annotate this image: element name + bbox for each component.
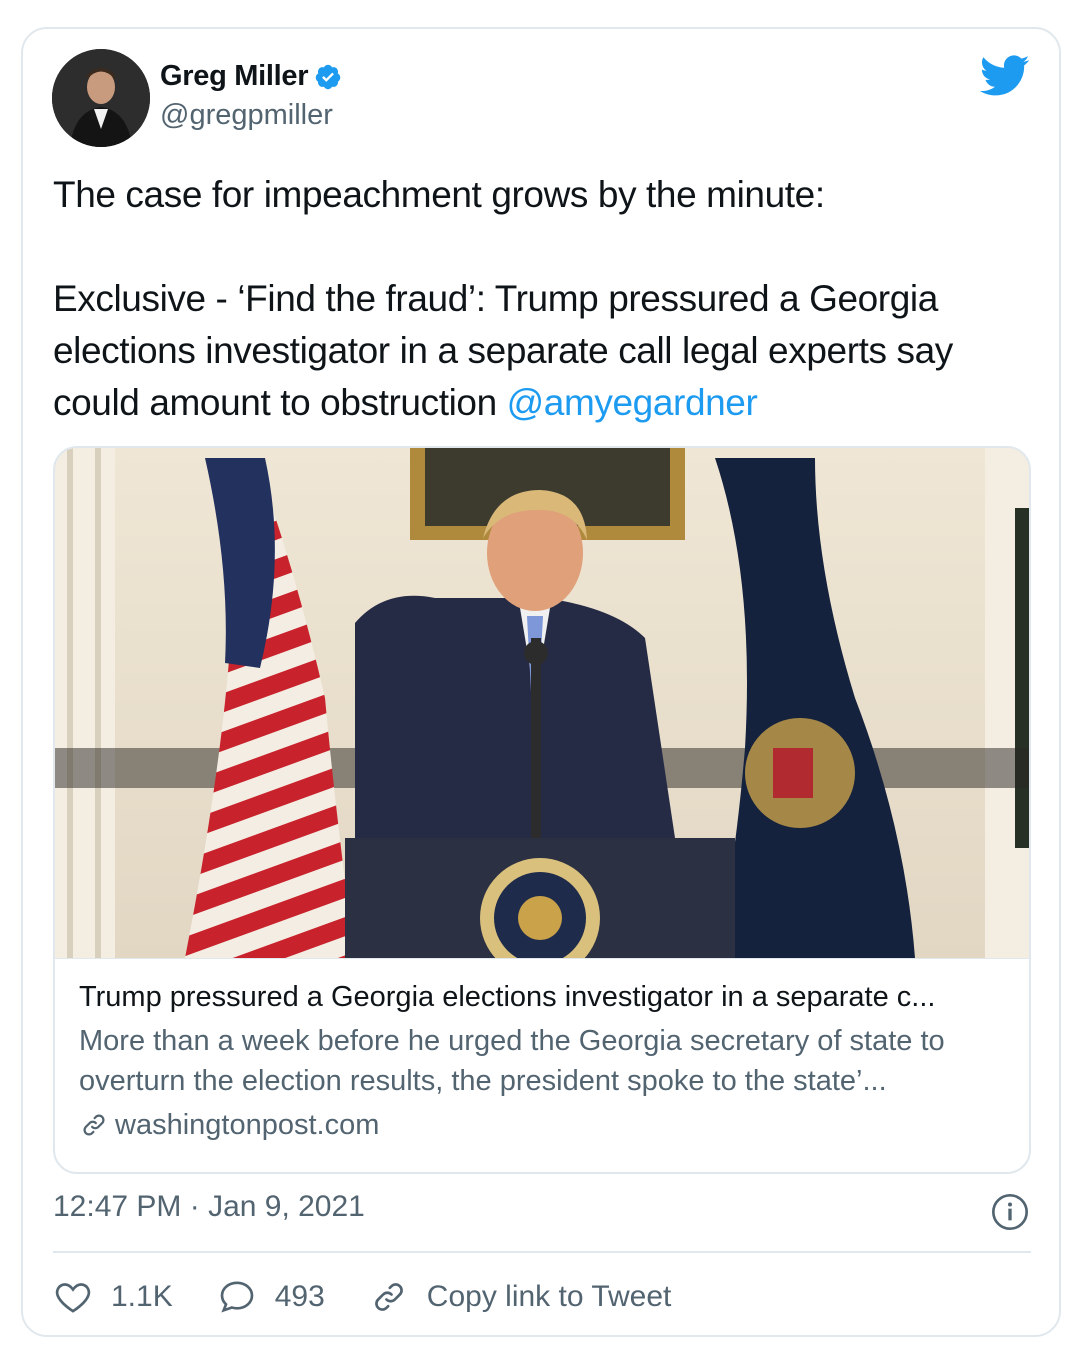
tweet-line-1: The case for impeachment grows by the mi…	[53, 174, 825, 215]
link-card-body: Trump pressured a Georgia elections inve…	[55, 958, 1029, 1145]
link-preview-card[interactable]: Trump pressured a Georgia elections inve…	[53, 446, 1031, 1174]
copy-link-label: Copy link to Tweet	[426, 1280, 672, 1313]
like-button[interactable]: 1.1K	[53, 1277, 173, 1317]
author-name[interactable]: Greg Miller	[160, 60, 308, 93]
verified-badge-icon	[315, 64, 341, 89]
tweet-line-2: Exclusive - ‘Find the fraud’: Trump pres…	[53, 273, 1033, 429]
twitter-bird-icon[interactable]	[980, 55, 1030, 97]
copy-link-icon	[374, 1283, 403, 1311]
reply-icon	[220, 1281, 254, 1313]
tweet-timestamp[interactable]: 12:47 PM · Jan 9, 2021	[53, 1190, 365, 1224]
link-icon	[83, 1114, 105, 1136]
author-name-row: Greg Miller	[160, 60, 342, 93]
like-count: 1.1K	[111, 1280, 173, 1313]
heart-icon	[55, 1283, 91, 1313]
author-handle[interactable]: @gregpmiller	[160, 99, 333, 132]
link-card-title[interactable]: Trump pressured a Georgia elections inve…	[79, 977, 1005, 1017]
mention-link[interactable]: @amyegardner	[507, 382, 758, 423]
info-icon[interactable]	[990, 1192, 1030, 1232]
copy-link-button[interactable]: Copy link to Tweet	[369, 1277, 672, 1317]
tweet-body: Exclusive - ‘Find the fraud’: Trump pres…	[53, 278, 953, 423]
link-card-domain: washingtonpost.com	[115, 1109, 380, 1141]
reply-count: 493	[274, 1280, 325, 1313]
avatar[interactable]	[52, 49, 150, 147]
article-photo	[55, 448, 1029, 958]
divider	[53, 1251, 1031, 1253]
action-bar: 1.1K 493 Copy link to Tweet	[53, 1272, 715, 1322]
tweet-text: The case for impeachment grows by the mi…	[53, 169, 1033, 429]
reply-button[interactable]: 493	[217, 1277, 325, 1317]
link-card-description: More than a week before he urged the Geo…	[79, 1025, 945, 1097]
link-card-domain-row: washingtonpost.com	[79, 1105, 1005, 1145]
